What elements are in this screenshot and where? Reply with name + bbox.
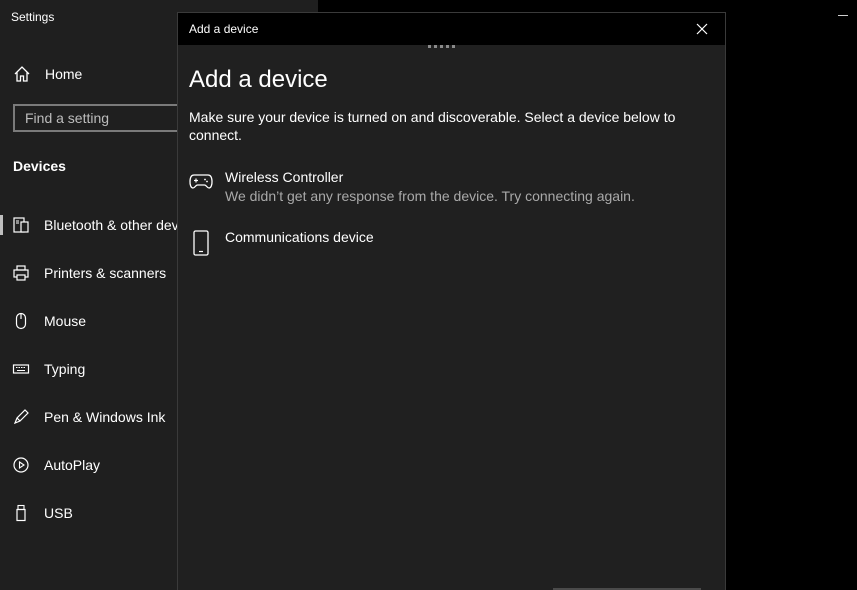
device-name: Communications device: [225, 229, 374, 245]
gamepad-icon: [189, 172, 213, 190]
progress-dots-icon: [428, 45, 455, 48]
close-button[interactable]: [679, 13, 725, 45]
home-icon: [14, 66, 30, 82]
close-icon: [696, 23, 708, 35]
dialog-heading: Add a device: [189, 66, 328, 93]
minimize-icon[interactable]: [838, 15, 848, 16]
home-nav-item[interactable]: Home: [13, 63, 82, 85]
device-status: We didn’t get any response from the devi…: [225, 188, 635, 204]
sidebar-item-label: USB: [44, 505, 73, 521]
pen-icon: [12, 408, 30, 426]
dialog-titlebar: Add a device: [178, 13, 725, 45]
device-item-wireless-controller[interactable]: Wireless Controller We didn’t get any re…: [178, 168, 718, 208]
sidebar-item-label: AutoPlay: [44, 457, 101, 473]
phone-icon: [193, 230, 209, 256]
printer-icon: [12, 264, 30, 282]
selection-indicator: [0, 215, 3, 235]
sidebar-item-label: Pen & Windows Ink: [44, 409, 166, 425]
usb-icon: [12, 504, 30, 522]
mouse-icon: [12, 312, 30, 330]
section-title: Devices: [13, 158, 66, 174]
bluetooth-devices-icon: [12, 216, 30, 234]
sidebar-item-label: Mouse: [44, 313, 87, 329]
home-label: Home: [45, 66, 83, 82]
autoplay-icon: [12, 456, 30, 474]
dialog-title: Add a device: [189, 22, 259, 36]
device-item-communications[interactable]: Communications device: [178, 228, 718, 258]
sidebar-item-label: Printers & scanners: [44, 265, 167, 281]
sidebar-item-label: Typing: [44, 361, 86, 377]
keyboard-icon: [12, 360, 30, 378]
add-device-dialog: Add a device Add a device Make sure your…: [177, 12, 726, 590]
settings-window-title: Settings: [11, 10, 55, 24]
dialog-description: Make sure your device is turned on and d…: [189, 109, 676, 143]
device-name: Wireless Controller: [225, 169, 344, 185]
